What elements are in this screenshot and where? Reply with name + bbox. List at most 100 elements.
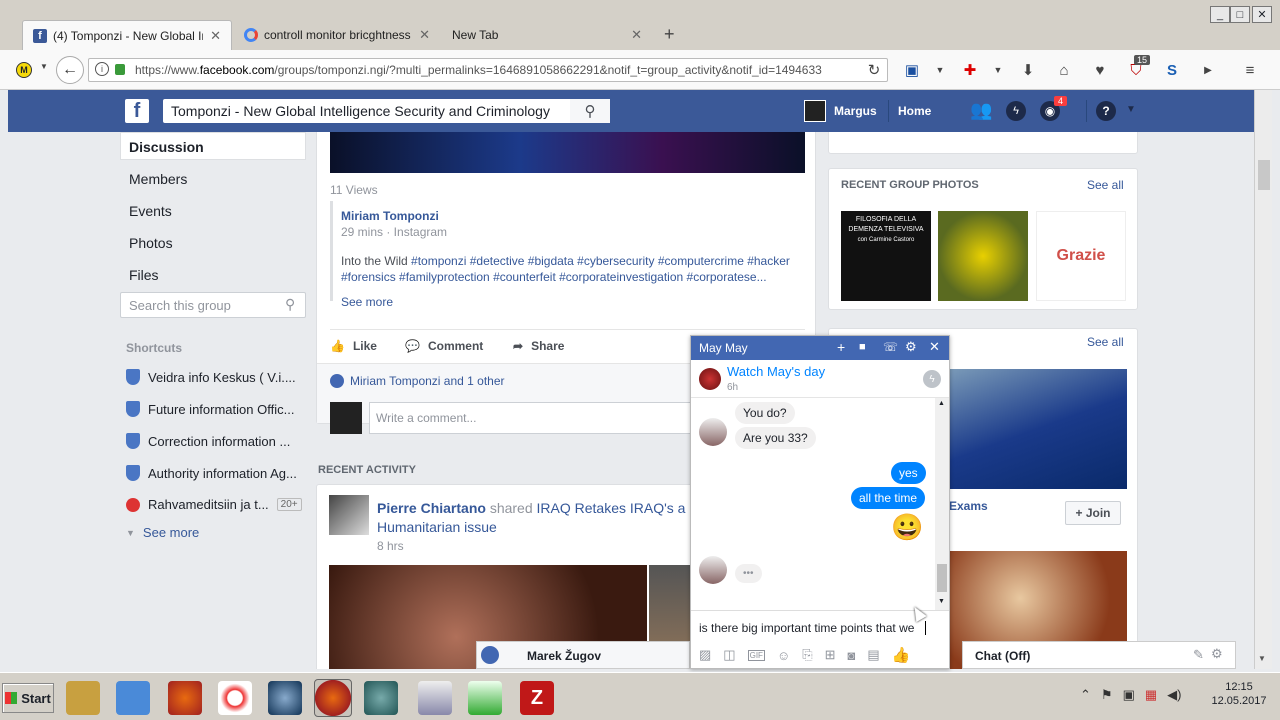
gear-icon[interactable]: ⚙ [1211, 646, 1223, 662]
group-photo[interactable]: FILOSOFIA DELLA DEMENZA TELEVISIVA con C… [841, 211, 931, 301]
gear-icon[interactable]: ⚙ [905, 339, 917, 355]
see-all-link[interactable]: See all [1087, 178, 1124, 192]
activity-target-line2[interactable]: Humanitarian issue [377, 519, 497, 535]
sticker-icon[interactable]: ◫ [723, 647, 735, 663]
close-tab-icon[interactable]: ✕ [413, 27, 430, 43]
hashtags[interactable]: #forensics #familyprotection #counterfei… [341, 270, 767, 284]
messenger-icon[interactable]: ϟ [923, 370, 941, 388]
search-icon[interactable]: ⚲ [570, 99, 610, 123]
reload-icon[interactable]: ↻ [864, 60, 884, 80]
comment-button[interactable]: 💬 Comment [405, 339, 483, 353]
home-icon[interactable]: ⌂ [1054, 60, 1074, 80]
dropdown-arrow-icon[interactable]: ▼ [930, 60, 950, 80]
scroll-down-icon[interactable]: ▼ [938, 598, 945, 605]
maximize-button[interactable]: □ [1230, 6, 1250, 23]
scroll-up-icon[interactable]: ▲ [938, 400, 945, 407]
phone-icon[interactable]: ☏ [883, 340, 898, 354]
like-button[interactable]: 👍 Like [330, 339, 377, 353]
watch-day-link[interactable]: Watch May's day [727, 364, 825, 379]
chat-contact-name[interactable]: May May [699, 341, 748, 355]
close-tab-icon[interactable]: ✕ [204, 28, 221, 44]
nav-item-files[interactable]: Files [129, 267, 159, 283]
clipboard-icon[interactable]: ▤ [867, 647, 879, 663]
camera-icon[interactable]: ◙ [848, 648, 856, 663]
group-search-input[interactable]: Search this group ⚲ [120, 292, 306, 318]
close-window-button[interactable]: ✕ [1252, 6, 1272, 23]
chat-story-row[interactable]: Watch May's day 6h ϟ [691, 360, 949, 398]
save-icon[interactable]: ▣ [902, 60, 922, 80]
attach-icon[interactable]: ⎘ [802, 647, 812, 663]
avatar[interactable] [329, 495, 369, 535]
firefox-active-icon[interactable] [314, 679, 352, 717]
scroll-down-icon[interactable]: ▼ [1258, 654, 1266, 663]
chat-header[interactable]: May May + ■ ☏ ⚙ ✕ [691, 336, 949, 360]
network-icon[interactable] [364, 681, 398, 715]
avatar[interactable] [804, 100, 826, 122]
post-author[interactable]: Miriam Tomponzi [341, 209, 439, 223]
avast-icon[interactable] [218, 681, 252, 715]
tab-google[interactable]: controll monitor bricghtness ✕ [234, 20, 440, 50]
back-button[interactable]: ← [56, 56, 84, 84]
like-send-icon[interactable]: 👍 [892, 646, 911, 664]
shortcut-item[interactable]: Authority information Ag... [126, 465, 297, 481]
game-icon[interactable]: ⊞ [825, 647, 836, 663]
hashtags[interactable]: #tomponzi #detective #bigdata #cybersecu… [411, 254, 790, 268]
firefox-icon[interactable] [168, 681, 202, 715]
browser-icon[interactable] [268, 681, 302, 715]
scrollbar-thumb[interactable] [1258, 160, 1270, 190]
friend-requests-icon[interactable]: 👥 [970, 100, 992, 121]
media-player-icon[interactable] [116, 681, 150, 715]
likes-summary[interactable]: Miriam Tomponzi and 1 other [330, 374, 505, 388]
activity-target[interactable]: IRAQ Retakes IRAQ's a [537, 500, 686, 516]
url-bar[interactable]: i https://www. facebook.com/groups/tompon… [88, 58, 888, 82]
nav-item-members[interactable]: Members [129, 171, 187, 187]
shortcut-item[interactable]: Rahvameditsiin ja t... 20+ [126, 497, 302, 512]
help-icon[interactable]: ? [1096, 101, 1116, 121]
network-tray-icon[interactable]: ▦ [1145, 687, 1157, 703]
post-image[interactable] [330, 132, 805, 173]
nav-item-events[interactable]: Events [129, 203, 172, 219]
device-icon[interactable]: ▣ [1123, 687, 1135, 703]
flag-icon[interactable]: ⚑ [1101, 687, 1113, 703]
account-menu-icon[interactable]: ▼ [1126, 104, 1136, 115]
volume-icon[interactable]: ◀) [1167, 687, 1181, 703]
messenger-icon[interactable]: ϟ [1006, 101, 1026, 121]
group-photo[interactable]: Grazie [1036, 211, 1126, 301]
clock[interactable]: 12:15 12.05.2017 [1204, 681, 1274, 707]
emoji-icon[interactable]: ☺ [777, 648, 790, 663]
skype-icon[interactable]: S [1162, 60, 1182, 80]
page-scrollbar[interactable]: ▼ [1254, 90, 1272, 669]
gif-icon[interactable]: GIF [747, 649, 765, 661]
candle-icon[interactable] [418, 681, 452, 715]
chat-input[interactable]: is there big important time points that … [691, 610, 949, 642]
image-icon[interactable]: ▨ [699, 647, 711, 663]
addon-plus-icon[interactable]: ✚ [960, 60, 980, 80]
menu-icon[interactable]: ≡ [1240, 60, 1260, 80]
minimize-button[interactable]: _ [1210, 6, 1230, 23]
shortcut-item[interactable]: Correction information ... [126, 433, 290, 449]
chart-app-icon[interactable] [468, 681, 502, 715]
filezilla-icon[interactable]: Z [520, 681, 554, 715]
shortcut-item[interactable]: Future information Offic... [126, 401, 294, 417]
home-link[interactable]: Home [898, 104, 931, 118]
tab-facebook[interactable]: f (4) Tomponzi - New Global In ✕ [22, 20, 232, 50]
video-call-icon[interactable]: ■ [859, 341, 866, 353]
add-person-icon[interactable]: + [837, 339, 845, 355]
join-group-button[interactable]: + Join [1065, 501, 1121, 525]
comment-input[interactable]: Write a comment... [369, 402, 699, 434]
scrollbar-thumb[interactable] [937, 564, 947, 592]
youtube-icon[interactable]: ▶ [1198, 60, 1218, 80]
chat-scrollbar[interactable]: ▲ ▼ [935, 398, 949, 610]
file-manager-icon[interactable] [66, 681, 100, 715]
activity-author[interactable]: Pierre Chiartano [377, 500, 486, 516]
pocket-icon[interactable]: ♥ [1090, 60, 1110, 80]
dropdown-arrow-icon[interactable]: ▼ [40, 62, 48, 71]
dropdown-arrow-icon[interactable]: ▼ [988, 60, 1008, 80]
download-icon[interactable]: ⬇ [1018, 60, 1038, 80]
nav-item-discussion[interactable]: Discussion [129, 139, 204, 155]
facebook-logo[interactable]: f [125, 99, 149, 123]
start-button[interactable]: Start [2, 683, 54, 713]
see-more-shortcuts[interactable]: ▼ See more [126, 525, 199, 540]
close-tab-icon[interactable]: ✕ [625, 27, 642, 43]
new-tab-button[interactable]: + [664, 24, 675, 45]
